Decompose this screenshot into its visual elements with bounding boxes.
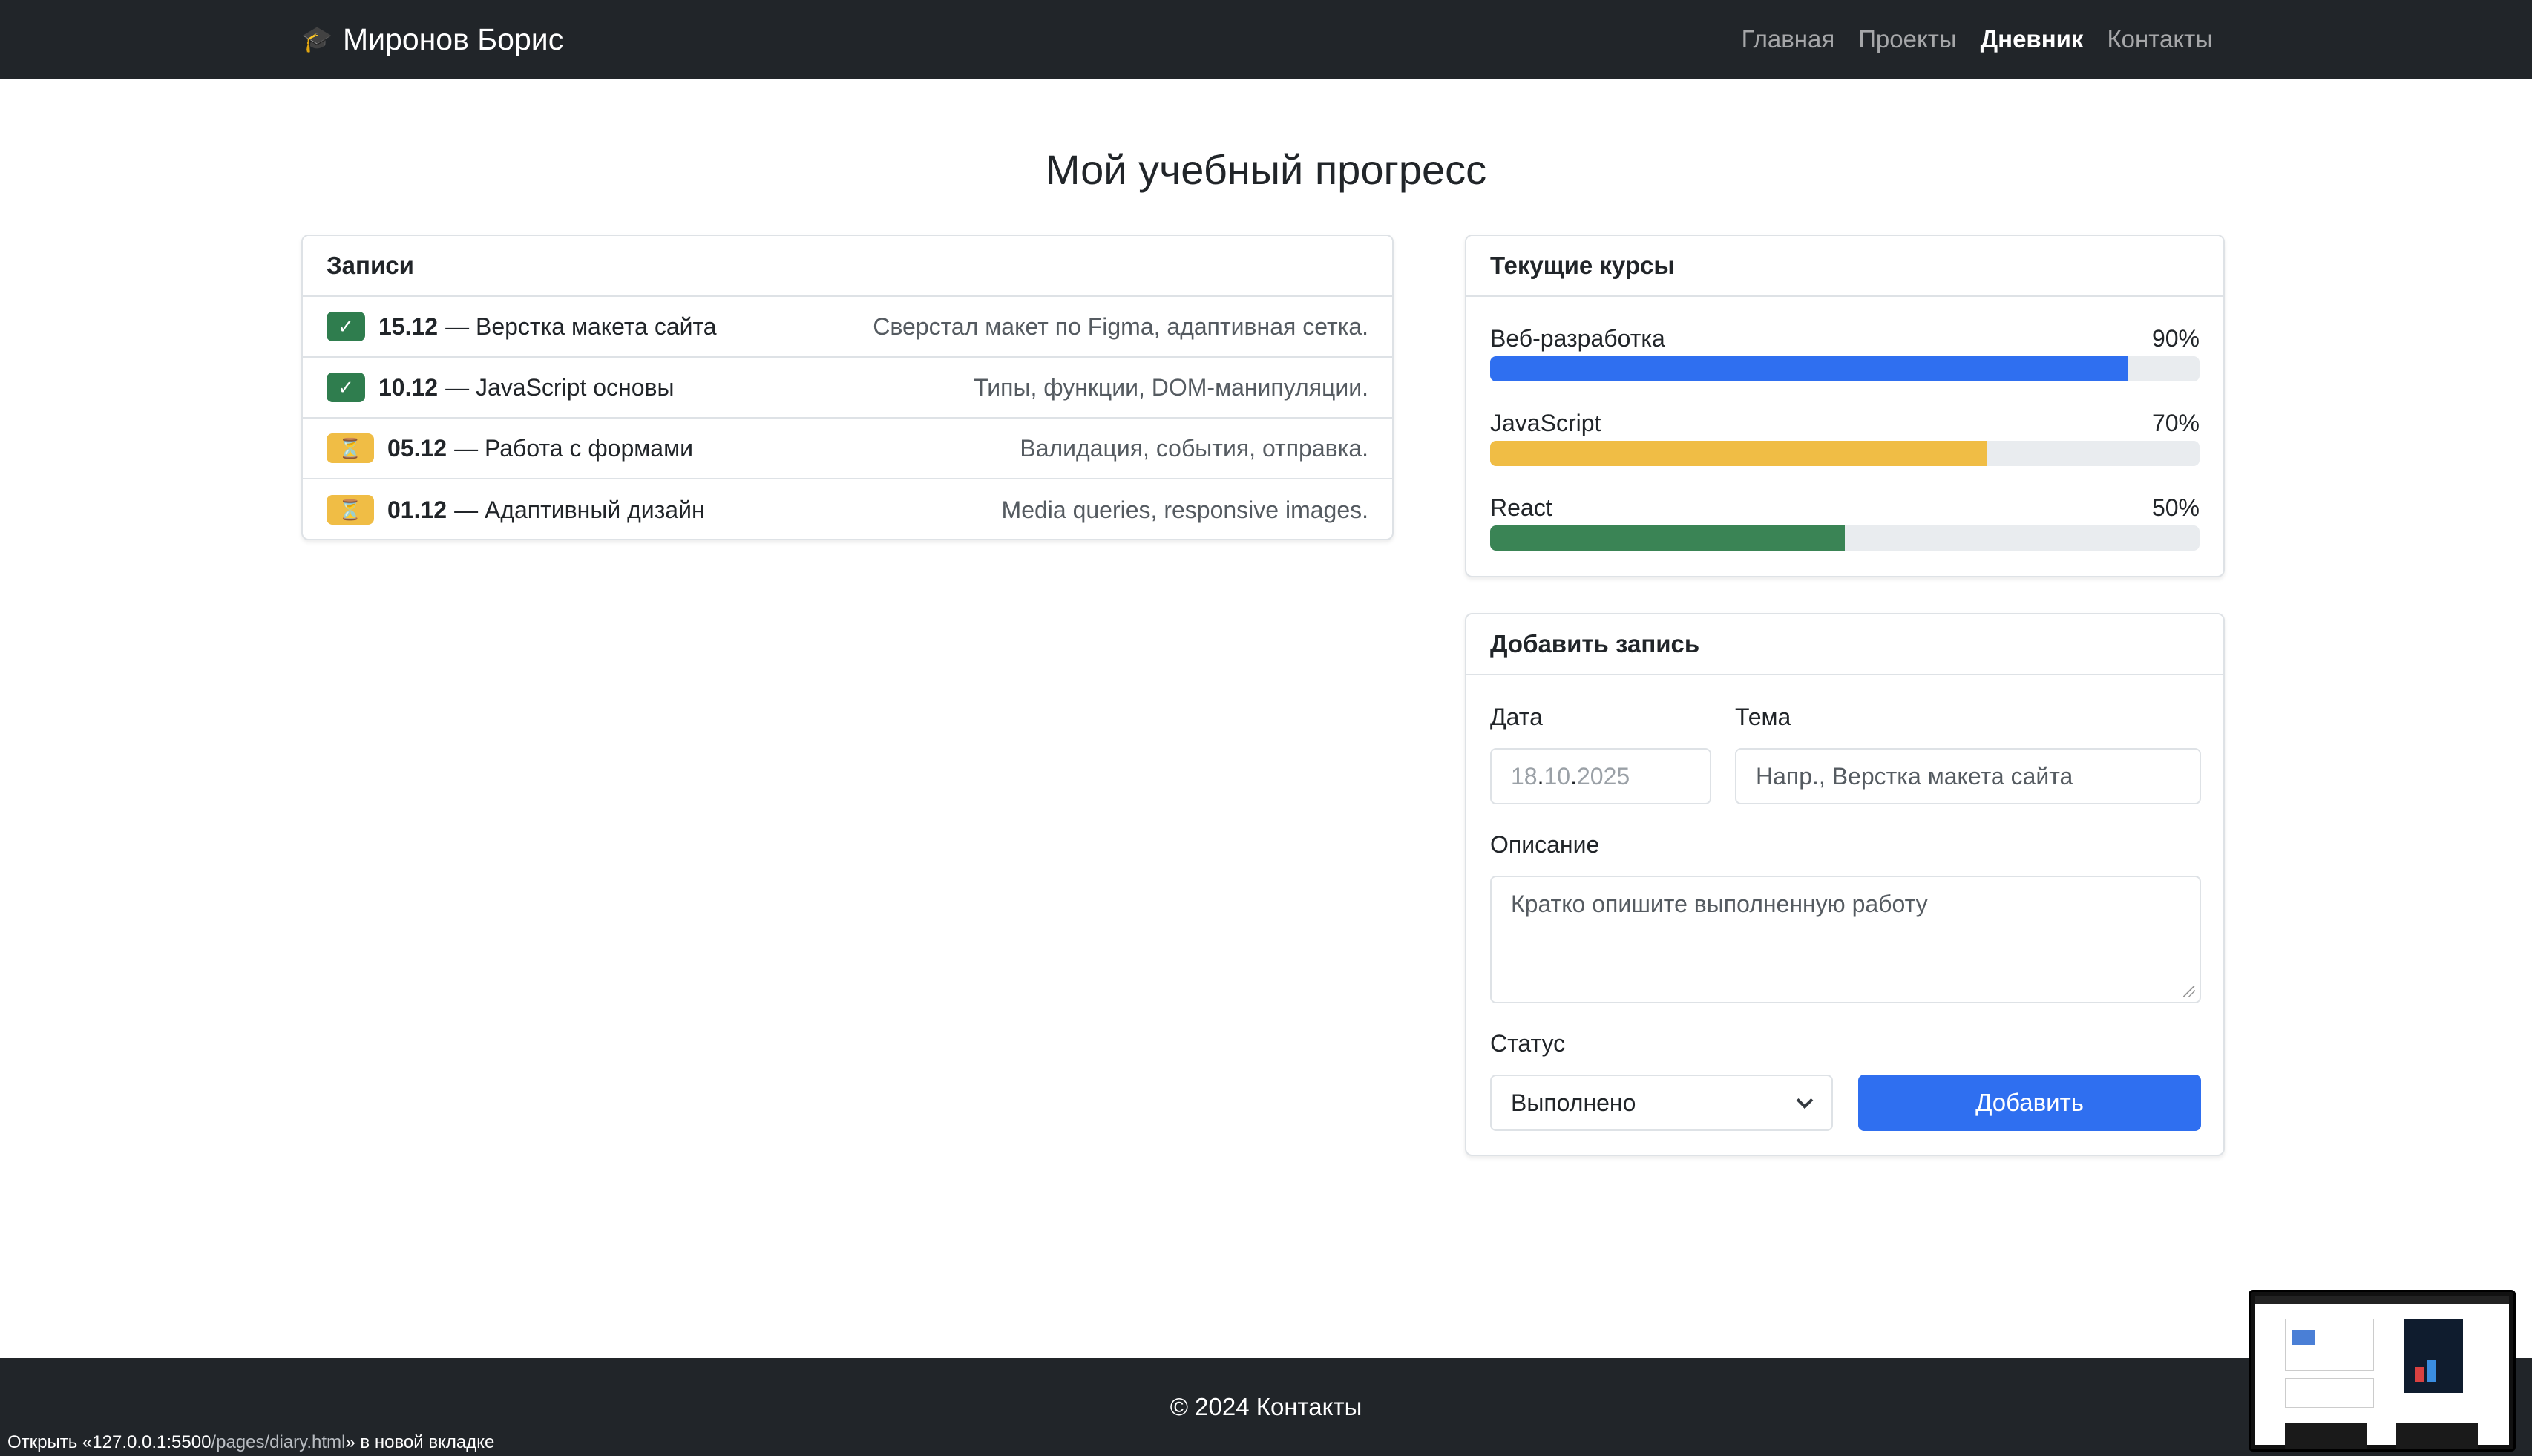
check-badge-icon: ✓ (327, 312, 365, 341)
thumbnail-footer-block (2285, 1423, 2367, 1449)
status-prefix: Открыть «127.0.0.1:5500 (7, 1432, 211, 1452)
entries-card: Записи ✓ 15.12 — Верстка макета сайта Св… (301, 235, 1394, 540)
courses-header: Текущие курсы (1466, 236, 2223, 297)
brand-link[interactable]: 🎓 Миронов Борис (301, 0, 563, 79)
thumbnail-bar (2415, 1367, 2424, 1382)
thumbnail-card (2285, 1378, 2374, 1408)
entries-header: Записи (303, 236, 1392, 297)
thumbnail-bar (2427, 1360, 2436, 1382)
thumbnail-dark-card (2404, 1319, 2463, 1393)
course-item: JavaScript 70% (1466, 408, 2223, 466)
entry-row: ✓ 10.12 — JavaScript основы Типы, функци… (303, 358, 1392, 419)
date-placeholder: 18.10.2025 (1511, 762, 1630, 790)
entry-title: — Работа с формами (454, 434, 693, 462)
status-suffix: » в новой вкладке (345, 1432, 495, 1452)
hourglass-badge-icon: ⏳ (327, 433, 374, 463)
navbar: 🎓 Миронов Борис Главная Проекты Дневник … (0, 0, 2532, 79)
thumbnail-image (2292, 1330, 2315, 1345)
progress-bar (1490, 525, 1845, 551)
progress-bar (1490, 441, 1987, 466)
nav-link-home[interactable]: Главная (1742, 25, 1835, 53)
nav-link-projects[interactable]: Проекты (1858, 25, 1956, 53)
entry-description: Сверстал макет по Figma, адаптивная сетк… (873, 312, 1368, 340)
description-textarea[interactable]: Кратко опишите выполненную работу (1490, 876, 2201, 1003)
entry-row: ⏳ 05.12 — Работа с формами Валидация, со… (303, 419, 1392, 479)
progress-track (1490, 441, 2200, 466)
thumbnail-footer-block (2396, 1423, 2478, 1449)
status-path: /pages/diary.html (211, 1432, 346, 1452)
entry-title: — JavaScript основы (445, 373, 675, 401)
progress-track (1490, 525, 2200, 551)
status-select[interactable]: Выполнено (1490, 1075, 1833, 1131)
course-percent: 90% (2151, 324, 2200, 352)
course-percent: 70% (2151, 409, 2200, 436)
chevron-down-icon (1796, 1092, 1814, 1109)
progress-bar (1490, 356, 2129, 381)
add-entry-button[interactable]: Добавить (1858, 1075, 2201, 1131)
page-title: Мой учебный прогресс (1045, 146, 1487, 193)
course-name: JavaScript (1490, 409, 1601, 436)
tab-preview-thumbnail[interactable] (2249, 1290, 2516, 1452)
courses-card: Текущие курсы Веб-разработка 90% JavaScr… (1465, 235, 2225, 577)
topic-label: Тема (1735, 704, 1791, 730)
entry-row: ⏳ 01.12 — Адаптивный дизайн Media querie… (303, 479, 1392, 539)
date-label: Дата (1490, 704, 1543, 730)
thumbnail-navbar (2255, 1296, 2509, 1304)
status-label: Статус (1490, 1030, 1566, 1057)
entry-description: Media queries, responsive images. (1001, 496, 1368, 523)
add-entry-header: Добавить запись (1466, 614, 2223, 675)
course-name: Веб-разработка (1490, 324, 1665, 352)
entry-date: 10.12 (378, 373, 439, 401)
description-label: Описание (1490, 831, 1600, 858)
entry-date: 05.12 (387, 434, 447, 462)
resize-grip-icon[interactable] (2183, 986, 2195, 997)
nav-link-diary[interactable]: Дневник (1981, 25, 2084, 53)
add-entry-card: Добавить запись Дата 18.10.2025 Тема Нап… (1465, 613, 2225, 1156)
course-item: React 50% (1466, 493, 2223, 551)
course-item: Веб-разработка 90% (1466, 324, 2223, 381)
entry-date: 15.12 (378, 312, 439, 340)
progress-track (1490, 356, 2200, 381)
entry-description: Типы, функции, DOM-манипуляции. (974, 373, 1368, 401)
graduation-cap-icon: 🎓 (301, 25, 333, 53)
check-badge-icon: ✓ (327, 373, 365, 402)
brand-name: Миронов Борис (343, 22, 564, 56)
course-percent: 50% (2151, 493, 2200, 521)
entry-title: — Верстка макета сайта (445, 312, 717, 340)
date-input[interactable]: 18.10.2025 (1490, 748, 1711, 804)
entry-row: ✓ 15.12 — Верстка макета сайта Сверстал … (303, 297, 1392, 358)
thumbnail-content (2255, 1296, 2509, 1449)
entry-date: 01.12 (387, 496, 447, 523)
link-status-bar: Открыть «127.0.0.1:5500/pages/diary.html… (0, 1429, 502, 1456)
topic-input[interactable]: Напр., Верстка макета сайта (1735, 748, 2201, 804)
hourglass-badge-icon: ⏳ (327, 495, 374, 525)
topic-placeholder: Напр., Верстка макета сайта (1756, 762, 2073, 790)
entry-description: Валидация, события, отправка. (1020, 434, 1368, 462)
entry-title: — Адаптивный дизайн (454, 496, 705, 523)
nav-link-contacts[interactable]: Контакты (2107, 25, 2213, 53)
status-selected-value: Выполнено (1511, 1089, 1636, 1116)
description-placeholder: Кратко опишите выполненную работу (1511, 891, 1928, 917)
nav-links: Главная Проекты Дневник Контакты (1742, 0, 2213, 79)
course-name: React (1490, 493, 1552, 521)
thumbnail-card (2285, 1319, 2374, 1371)
